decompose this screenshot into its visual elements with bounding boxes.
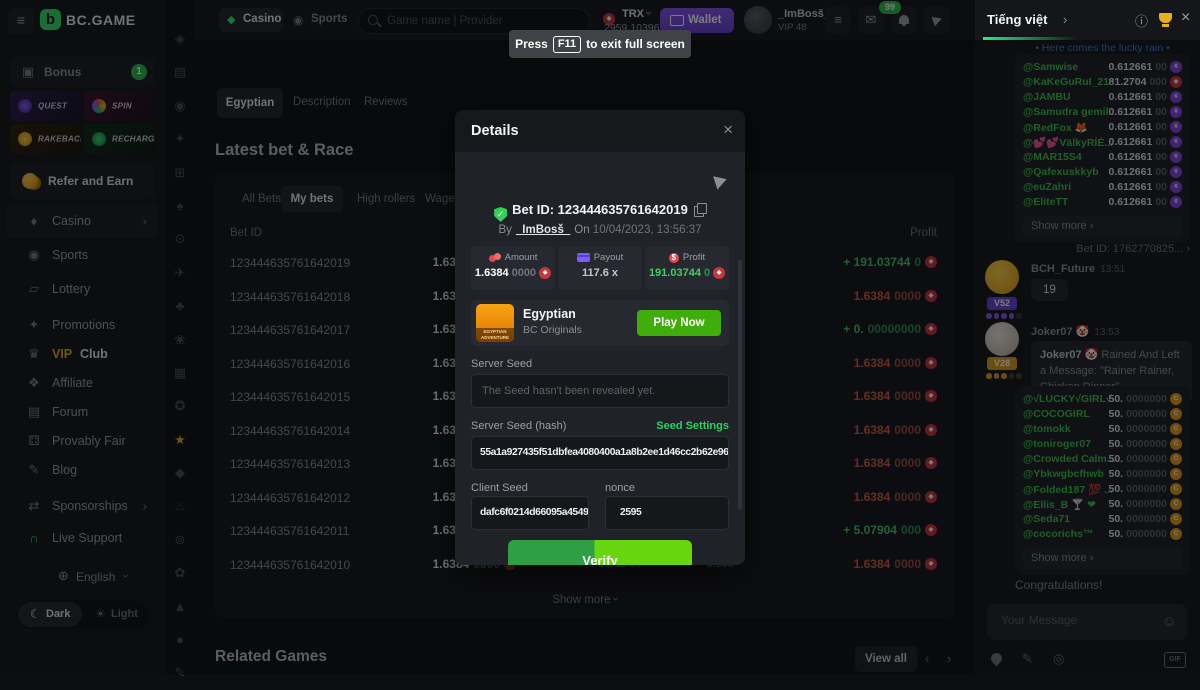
trx-coin-icon	[713, 267, 725, 279]
fullscreen-toast: Press F11 to exit full screen	[509, 30, 691, 58]
profit-icon: $	[669, 253, 679, 263]
toast-text: to exit full screen	[586, 37, 685, 51]
bet-id-value: Bet ID: 123444635761642019	[512, 202, 688, 217]
client-seed-field[interactable]: dafc6f0214d66095a4549	[471, 496, 589, 530]
server-seed-hash-field[interactable]: 55a1a927435f51dbfea4080400a1a8b2ee1d46cc…	[471, 436, 729, 470]
game-thumbnail[interactable]: EGYPTIAN ADVENTURE	[476, 304, 514, 342]
modal-scrollbar[interactable]	[738, 260, 742, 510]
info-icon[interactable]: ⓘ	[1135, 11, 1148, 30]
modal-title: Details	[471, 123, 519, 139]
on-label: On	[574, 224, 589, 236]
bet-id-row: ✓ Bet ID: 123444635761642019	[455, 202, 745, 222]
amount-label: Amount	[505, 252, 538, 263]
game-name: Egyptian	[523, 307, 576, 321]
profit-value: 191.03744	[649, 267, 701, 279]
player-link[interactable]: _ImBosš_	[516, 224, 570, 236]
bet-details-modal: Details × ✓ Bet ID: 123444635761642019 By…	[455, 110, 745, 565]
server-seed-field[interactable]: The Seed hasn't been revealed yet.	[471, 374, 729, 408]
bet-stats: Amount 1.63840000 Payout 117.6 x $ Profit…	[471, 246, 729, 290]
client-seed-label: Client Seed	[471, 482, 528, 494]
amount-icon	[489, 253, 501, 262]
bet-byline: By _ImBosš_ On 10/04/2023, 13:56:37	[455, 224, 745, 236]
nonce-field[interactable]: 2595	[605, 496, 729, 530]
close-icon[interactable]: ×	[723, 120, 733, 140]
trophy-icon[interactable]	[1159, 13, 1172, 23]
profit-label: Profit	[683, 252, 705, 263]
stat-amount: Amount 1.63840000	[471, 246, 555, 290]
game-card: EGYPTIAN ADVENTURE Egyptian BC Originals…	[471, 300, 729, 346]
server-seed-hash-label: Server Seed (hash)	[471, 420, 566, 432]
verified-shield-icon: ✓	[494, 207, 507, 222]
seed-settings-link[interactable]: Seed Settings	[656, 420, 729, 432]
amount-value: 1.6384	[475, 267, 509, 279]
server-seed-label: Server Seed	[471, 358, 532, 370]
chevron-right-icon: ›	[1063, 12, 1067, 27]
f11-key: F11	[553, 36, 581, 53]
chat-header: Tiếng việt › ⓘ ×	[975, 0, 1200, 40]
copy-icon[interactable]	[694, 203, 706, 216]
stat-profit: $Profit 191.037440	[645, 246, 729, 290]
by-label: By	[498, 224, 511, 236]
bet-date: 10/04/2023, 13:56:37	[593, 224, 702, 236]
game-provider: BC Originals	[523, 324, 582, 336]
trx-coin-icon	[539, 267, 551, 279]
payout-label: Payout	[594, 252, 624, 263]
toast-text: Press	[515, 37, 548, 51]
close-chat-icon[interactable]: ×	[1181, 9, 1190, 27]
thumb-caption: EGYPTIAN ADVENTURE	[476, 328, 514, 342]
nonce-label: nonce	[605, 482, 635, 494]
app-root: ≡ b BC.GAME ▣ Bonus 1 QUESTSPINRAKEBACKR…	[0, 0, 1200, 675]
chat-room-selector[interactable]: Tiếng việt	[987, 12, 1047, 27]
modal-header: Details ×	[455, 110, 745, 152]
verify-button[interactable]: Verify	[508, 540, 692, 565]
payout-value: 117.6 x	[582, 267, 618, 279]
payout-icon	[577, 253, 590, 262]
play-now-button[interactable]: Play Now	[637, 310, 721, 336]
active-room-underline	[983, 37, 1078, 40]
stat-payout: Payout 117.6 x	[558, 246, 642, 290]
share-icon[interactable]	[713, 172, 729, 189]
